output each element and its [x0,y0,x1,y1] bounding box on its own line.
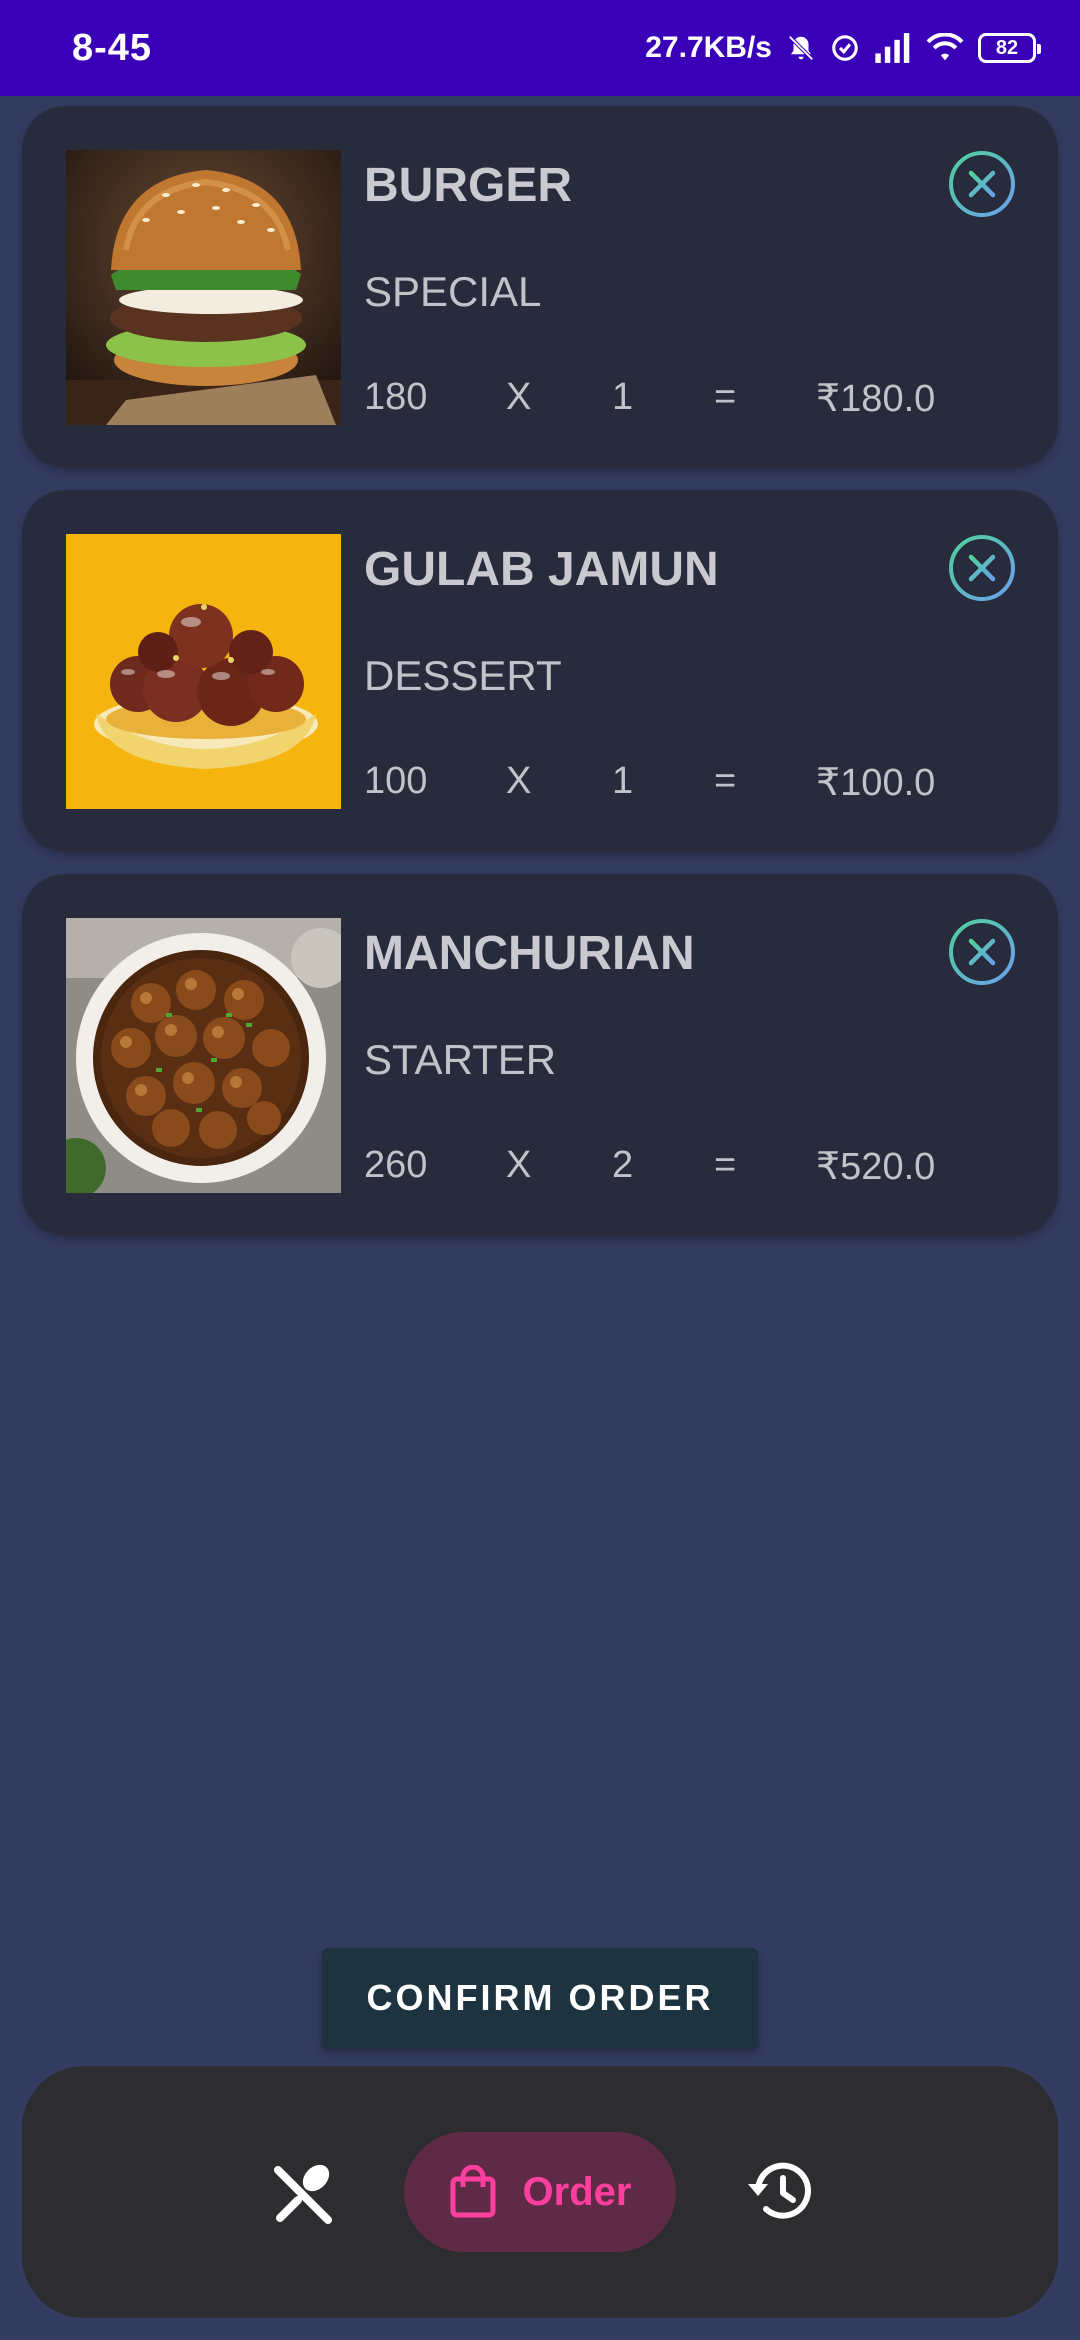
mute-bell-icon [786,33,816,63]
fork-spoon-icon [274,2164,332,2224]
status-time: 8-45 [72,26,153,69]
nav-order-button[interactable]: Order [404,2132,676,2252]
manchurian-image [66,918,341,1193]
multiply-sign: X [506,376,532,418]
item-price: 100 [364,760,428,802]
item-category: DESSERT [364,652,562,699]
gulab-jamun-image [66,534,341,809]
item-name: MANCHURIAN [364,927,695,980]
multiply-sign: X [506,760,532,802]
item-price: 260 [364,1144,428,1186]
item-category: SPECIAL [364,268,542,315]
net-speed: 27.7KB/s [645,31,772,64]
item-category: STARTER [364,1036,557,1083]
remove-item-button[interactable] [948,918,1016,986]
item-name: GULAB JAMUN [364,543,719,596]
equals-sign: = [714,760,737,802]
shopping-bag-icon [450,2165,496,2218]
nav-history-button[interactable] [744,2154,818,2228]
status-indicators: 27.7KB/s 82 [645,31,1041,65]
item-quantity: 1 [612,760,634,802]
bottom-navigation: Order [22,2066,1058,2318]
close-circle-icon [949,535,1015,601]
item-total: ₹100.0 [816,762,936,804]
signal-icon [874,33,912,63]
equals-sign: = [714,1144,737,1186]
cart-item: MANCHURIAN STARTER 260 X 2 = ₹520.0 [22,874,1058,1236]
item-total: ₹520.0 [816,1146,936,1188]
nav-menu-button[interactable] [268,2156,340,2228]
status-bar: 8-45 27.7KB/s 82 [0,0,1080,96]
cart-item: GULAB JAMUN DESSERT 100 X 1 = ₹100.0 [22,490,1058,852]
item-total: ₹180.0 [816,378,936,420]
close-circle-icon [949,919,1015,985]
confirm-order-button[interactable]: CONFIRM ORDER [322,1948,758,2048]
cart-item: BURGER SPECIAL 180 X 1 = ₹180.0 [22,106,1058,468]
battery-icon: 82 [978,33,1041,63]
cart-list: BURGER SPECIAL 180 X 1 = ₹180.0 GULAB JA… [22,106,1058,1258]
remove-item-button[interactable] [948,150,1016,218]
remove-item-button[interactable] [948,534,1016,602]
wifi-icon [926,33,964,63]
close-circle-icon [949,151,1015,217]
nav-order-label: Order [522,2169,632,2214]
history-icon [748,2162,811,2219]
item-price: 180 [364,376,428,418]
item-quantity: 1 [612,376,634,418]
burger-image [66,150,341,425]
equals-sign: = [714,376,737,418]
item-name: BURGER [364,159,573,212]
multiply-sign: X [506,1144,532,1186]
battery-level: 82 [995,36,1019,59]
item-quantity: 2 [612,1144,634,1186]
vpn-check-icon [830,33,860,63]
